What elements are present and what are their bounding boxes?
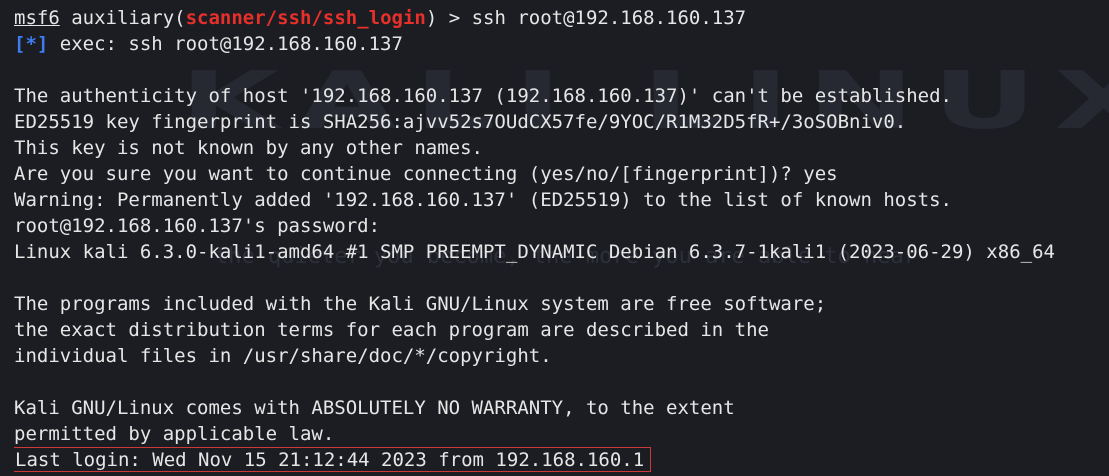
warning-line: Warning: Permanently added '192.168.160.… <box>14 189 952 211</box>
warranty-line-1: Kali GNU/Linux comes with ABSOLUTELY NO … <box>14 397 735 419</box>
prompt-name: msf6 <box>14 7 60 29</box>
terminal-output: msf6 auxiliary(scanner/ssh/ssh_login) > … <box>14 5 1109 473</box>
info-tag: [*] <box>14 33 49 55</box>
unknown-key-line: This key is not known by any other names… <box>14 137 483 159</box>
kernel-line: Linux kali 6.3.0-kali1-amd64 #1 SMP PREE… <box>14 241 1055 263</box>
last-login-highlight: Last login: Wed Nov 15 21:12:44 2023 fro… <box>14 447 652 472</box>
exec-text: exec: ssh root@192.168.160.137 <box>48 33 403 55</box>
programs-line-3: individual files in /usr/share/doc/*/cop… <box>14 345 552 367</box>
prompt-line: msf6 auxiliary(scanner/ssh/ssh_login) > … <box>14 5 1109 31</box>
prompt-pre: auxiliary( <box>59 7 186 29</box>
module-name: scanner/ssh/ssh_login <box>185 7 426 29</box>
prompt-command: ) > ssh root@192.168.160.137 <box>425 7 747 29</box>
last-login-line: Last login: Wed Nov 15 21:12:44 2023 fro… <box>14 447 1109 473</box>
exec-line: [*] exec: ssh root@192.168.160.137 <box>14 31 1109 57</box>
auth-line: The authenticity of host '192.168.160.13… <box>14 85 952 107</box>
terminal-window[interactable]: KALI LINUX the quieter you become, the m… <box>0 0 1109 476</box>
confirm-line: Are you sure you want to continue connec… <box>14 163 838 185</box>
programs-line-2: the exact distribution terms for each pr… <box>14 319 769 341</box>
password-line: root@192.168.160.137's password: <box>14 215 381 237</box>
programs-line-1: The programs included with the Kali GNU/… <box>14 293 827 315</box>
warranty-line-2: permitted by applicable law. <box>14 423 335 445</box>
fingerprint-line: ED25519 key fingerprint is SHA256:ajvv52… <box>14 111 907 133</box>
